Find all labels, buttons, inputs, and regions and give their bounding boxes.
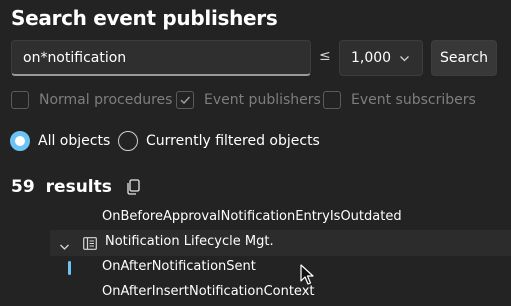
mouse-cursor-icon xyxy=(300,264,314,290)
results-count: 59 xyxy=(11,177,35,197)
checkbox-label: Event publishers xyxy=(204,92,321,108)
result-limit-value: 1,000 xyxy=(351,50,392,66)
radio-all-objects[interactable]: All objects xyxy=(10,131,110,151)
checkbox-event-publishers[interactable]: Event publishers xyxy=(176,91,321,109)
result-limit-dropdown[interactable]: 1,000 xyxy=(339,40,423,76)
page-title: Search event publishers xyxy=(11,6,278,30)
chevron-down-icon xyxy=(399,52,410,68)
checkbox-box-checked[interactable] xyxy=(176,91,194,109)
tree-group-label: Notification Lifecycle Mgt. xyxy=(105,234,274,249)
list-item[interactable]: OnAfterInsertNotificationContext xyxy=(102,284,315,299)
search-input-value: on*notification xyxy=(23,49,127,66)
list-item[interactable]: OnBeforeApprovalNotificationEntryIsOutda… xyxy=(102,209,402,224)
radio-label: All objects xyxy=(38,133,111,149)
selection-indicator xyxy=(68,261,71,275)
radio-label: Currently filtered objects xyxy=(146,133,320,149)
checkbox-normal-procedures[interactable]: Normal procedures xyxy=(11,91,172,109)
results-label: results xyxy=(45,177,112,197)
list-item-selected[interactable]: OnAfterNotificationSent xyxy=(102,259,256,274)
less-equal-symbol: ≤ xyxy=(319,48,331,64)
copy-icon[interactable] xyxy=(126,179,141,195)
search-button[interactable]: Search xyxy=(431,40,497,76)
checkbox-label: Normal procedures xyxy=(39,92,173,108)
checkbox-box[interactable] xyxy=(323,91,341,109)
radio-currently-filtered[interactable]: Currently filtered objects xyxy=(118,131,320,151)
codeunit-icon xyxy=(83,235,97,254)
results-header: 59 results xyxy=(11,177,141,197)
radio-unselected-icon[interactable] xyxy=(118,131,138,151)
checkmark-icon xyxy=(180,96,191,105)
chevron-down-icon[interactable] xyxy=(59,238,70,257)
radio-selected-icon[interactable] xyxy=(10,131,30,151)
checkbox-box[interactable] xyxy=(11,91,29,109)
search-input[interactable]: on*notification xyxy=(11,40,311,76)
checkbox-event-subscribers[interactable]: Event subscribers xyxy=(323,91,476,109)
checkbox-label: Event subscribers xyxy=(351,92,476,108)
